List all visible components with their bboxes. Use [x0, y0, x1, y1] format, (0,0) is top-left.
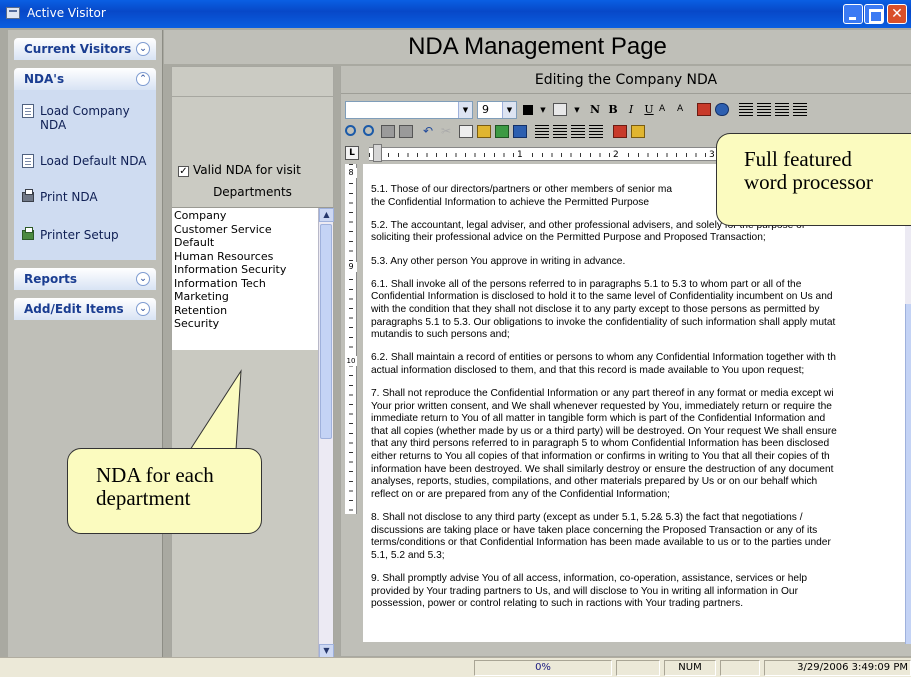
callout-nda-per-department: NDA for each department	[67, 448, 262, 534]
callout-pointer-nda	[189, 369, 242, 451]
callout-text: Full featured word processor	[744, 147, 873, 194]
callout-word-processor: Full featured word processor	[716, 133, 911, 226]
callout-text: NDA for each department	[96, 463, 214, 510]
callout-pointers	[189, 369, 242, 451]
